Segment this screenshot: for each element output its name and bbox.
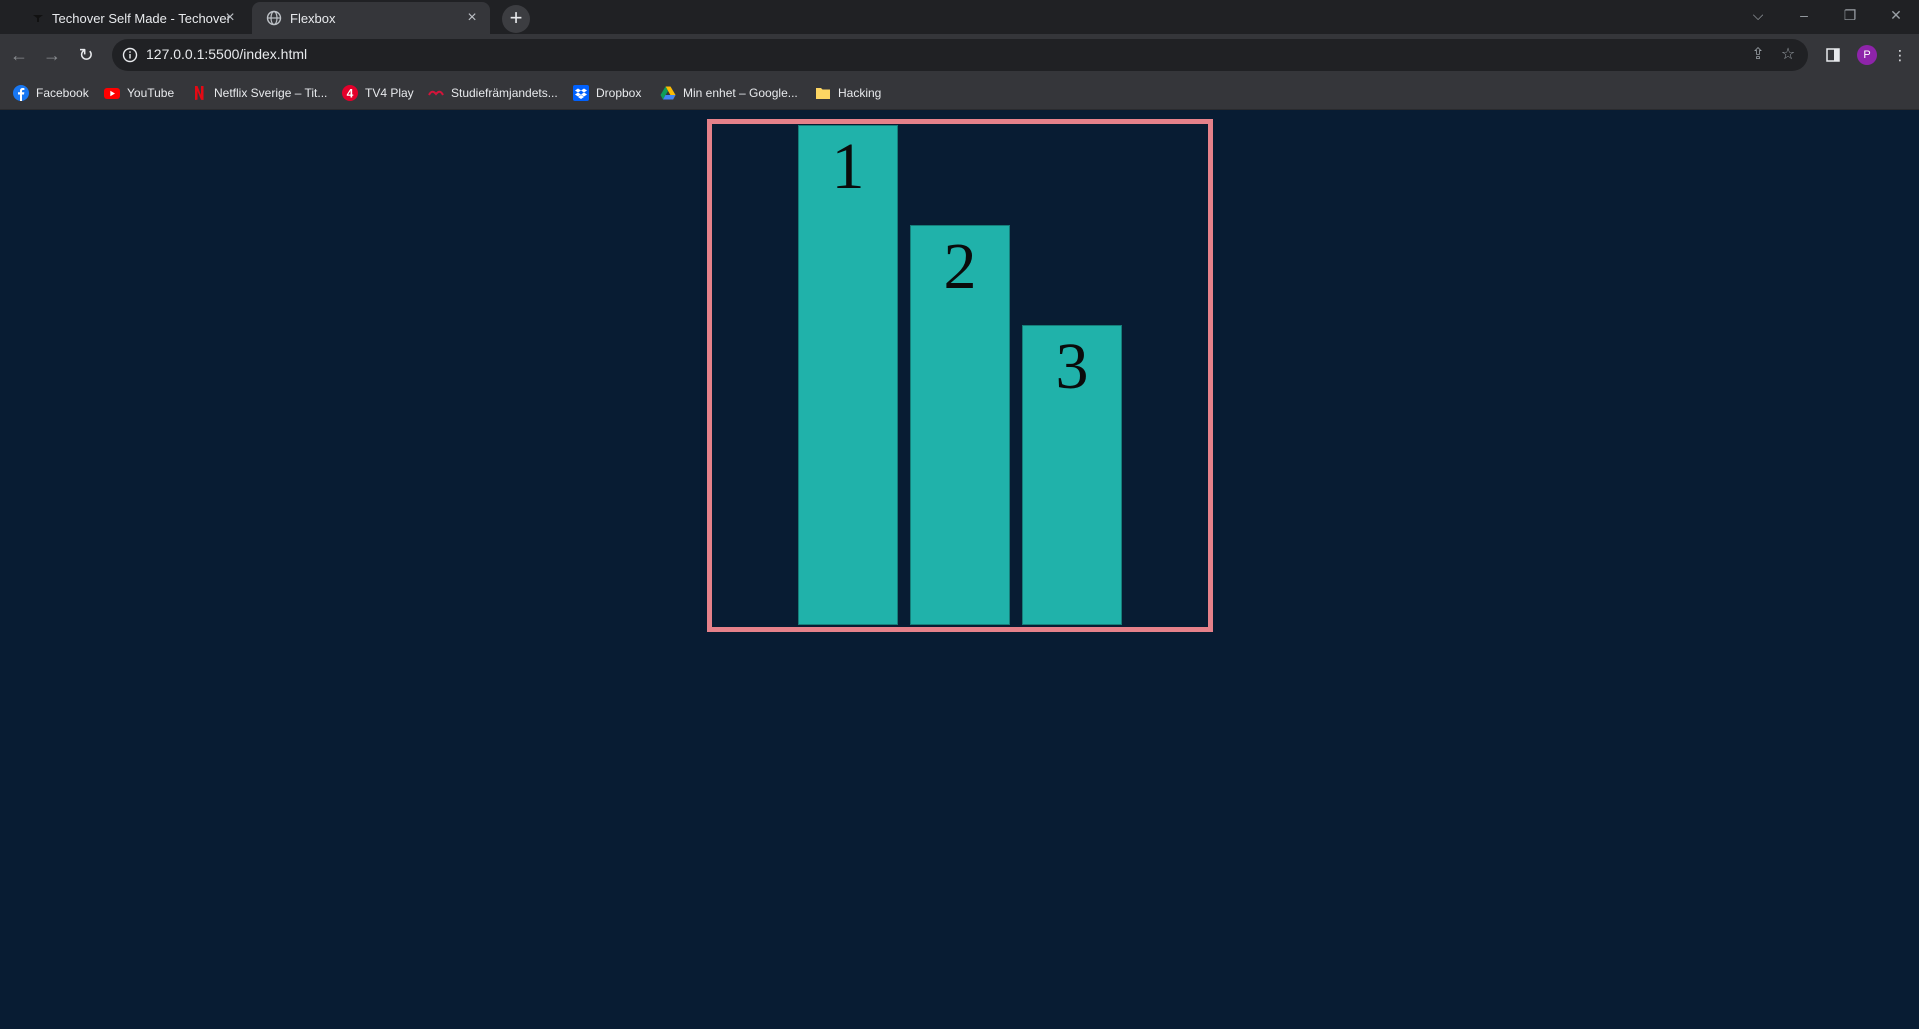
bookmark-label: Studiefrämjandets...	[451, 86, 558, 100]
youtube-icon	[104, 88, 120, 99]
browser-title-bar: Techover Self Made - Techover × Flexbox …	[0, 0, 1919, 34]
minimize-icon[interactable]: –	[1789, 4, 1819, 26]
bookmark-tv4[interactable]: 4 TV4 Play	[342, 84, 414, 102]
google-drive-icon	[660, 86, 676, 100]
bookmark-label: YouTube	[127, 86, 175, 100]
flex-item-label: 1	[831, 130, 865, 203]
tv4-icon: 4	[342, 85, 358, 101]
globe-icon	[266, 10, 282, 26]
flex-item-2: 2	[910, 225, 1010, 625]
svg-text:4: 4	[347, 87, 354, 101]
techover-favicon-icon	[33, 15, 43, 22]
bookmark-studieframjandet[interactable]: Studiefrämjandets...	[428, 84, 558, 102]
restore-icon[interactable]: ❐	[1835, 4, 1865, 26]
bookmark-label: Hacking	[838, 86, 882, 100]
new-tab-button[interactable]: +	[502, 5, 530, 33]
close-window-icon[interactable]: ✕	[1881, 4, 1911, 26]
close-tab-icon[interactable]: ×	[464, 10, 480, 26]
flex-container: 1 2 3	[707, 119, 1213, 632]
bookmark-label: Netflix Sverige – Tit...	[214, 86, 328, 100]
page-viewport: 1 2 3	[0, 111, 1919, 1029]
forward-arrow-icon[interactable]: →	[40, 43, 64, 67]
tab-search-icon[interactable]: ⌵	[1743, 4, 1773, 26]
profile-avatar[interactable]: P	[1857, 45, 1877, 65]
folder-icon	[816, 88, 830, 99]
close-tab-icon[interactable]: ×	[222, 10, 238, 26]
back-arrow-icon[interactable]: ←	[7, 43, 31, 67]
bookmark-label: TV4 Play	[365, 86, 414, 100]
bookmark-folder-hacking[interactable]: Hacking	[815, 84, 881, 102]
flex-item-label: 3	[1055, 330, 1089, 403]
more-menu-icon[interactable]: ⋮	[1889, 44, 1911, 66]
bookmark-label: Min enhet – Google...	[683, 86, 798, 100]
studieframjandet-icon	[428, 90, 444, 96]
flex-item-1: 1	[798, 125, 898, 625]
browser-toolbar: ← → ↻ ⇪ ☆ P ⋮	[0, 34, 1919, 76]
info-icon[interactable]	[122, 47, 138, 63]
bookmark-netflix[interactable]: Netflix Sverige – Tit...	[191, 84, 327, 102]
bookmark-dropbox[interactable]: Dropbox	[573, 84, 641, 102]
share-icon[interactable]: ⇪	[1748, 45, 1768, 65]
bookmark-google-drive[interactable]: Min enhet – Google...	[660, 84, 798, 102]
tab-techover[interactable]: Techover Self Made - Techover ×	[20, 2, 248, 34]
side-panel-icon[interactable]	[1822, 44, 1844, 66]
reload-icon[interactable]: ↻	[74, 43, 98, 67]
bookmark-label: Facebook	[36, 86, 89, 100]
url-input[interactable]	[146, 46, 1746, 62]
bookmark-label: Dropbox	[596, 86, 642, 100]
flex-item-label: 2	[943, 230, 977, 303]
dropbox-icon	[573, 85, 589, 101]
bookmark-facebook[interactable]: Facebook	[13, 84, 89, 102]
bookmark-youtube[interactable]: YouTube	[104, 84, 174, 102]
tab-title: Techover Self Made - Techover	[52, 10, 231, 26]
facebook-icon	[13, 85, 29, 101]
tab-title: Flexbox	[290, 10, 336, 26]
flex-item-3: 3	[1022, 325, 1122, 625]
bookmark-star-icon[interactable]: ☆	[1778, 45, 1798, 65]
tab-flexbox[interactable]: Flexbox ×	[252, 2, 490, 34]
netflix-icon	[195, 86, 204, 100]
bookmarks-bar: Facebook YouTube Netflix Sverige – Tit..…	[0, 76, 1919, 110]
address-bar[interactable]: ⇪ ☆	[112, 39, 1808, 71]
